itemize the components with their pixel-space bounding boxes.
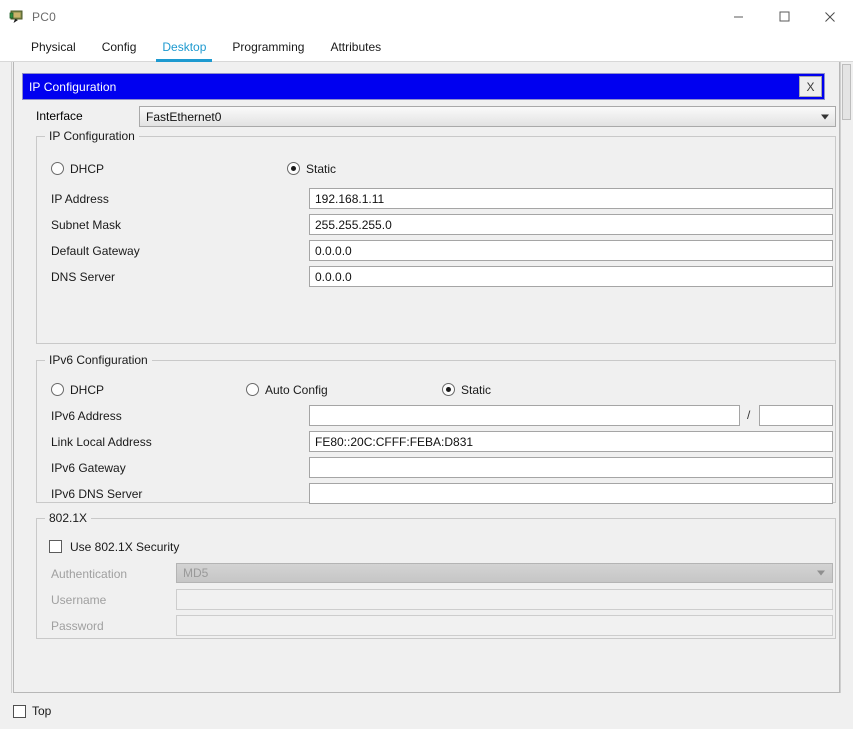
dns-server-input[interactable]: 0.0.0.0 [309, 266, 833, 287]
window-controls [715, 0, 853, 33]
username-input [176, 589, 833, 610]
tab-programming-label: Programming [232, 40, 305, 54]
close-icon[interactable] [807, 0, 853, 33]
tab-desktop-label: Desktop [162, 40, 207, 54]
ipv6-static-radio[interactable] [442, 383, 455, 396]
chevron-down-icon [817, 570, 825, 576]
interface-label: Interface [36, 109, 83, 123]
ip-address-value: 192.168.1.11 [315, 191, 385, 206]
password-label: Password [51, 619, 104, 633]
chevron-down-icon [821, 114, 829, 119]
use-dot1x-security-label: Use 802.1X Security [70, 540, 180, 554]
ipv6-prefix-separator: / [747, 408, 751, 422]
tab-physical[interactable]: Physical [18, 33, 89, 61]
interface-select[interactable]: FastEthernet0 [139, 106, 836, 127]
ipv4-configuration-group: IP Configuration DHCP Static IP Address … [36, 129, 836, 344]
default-gateway-value: 0.0.0.0 [315, 243, 352, 258]
authentication-row: Authentication MD5 [37, 563, 835, 587]
pc-device-icon [9, 9, 25, 25]
ipv6-gateway-label: IPv6 Gateway [51, 461, 126, 475]
tab-config-label: Config [101, 40, 137, 54]
ip-address-row: IP Address 192.168.1.11 [37, 188, 835, 212]
authentication-select: MD5 [176, 563, 833, 583]
subnet-mask-label: Subnet Mask [51, 218, 122, 232]
ipv6-autoconfig-radio[interactable] [246, 383, 259, 396]
password-input [176, 615, 833, 636]
ipv4-static-label: Static [306, 162, 337, 176]
default-gateway-row: Default Gateway 0.0.0.0 [37, 240, 835, 264]
authentication-selected-value: MD5 [183, 566, 209, 580]
dot1x-group-legend: 802.1X [45, 511, 92, 525]
tab-config[interactable]: Config [89, 33, 150, 61]
ipv6-static-label: Static [461, 383, 492, 397]
maximize-icon[interactable] [761, 0, 807, 33]
default-gateway-label: Default Gateway [51, 244, 140, 258]
default-gateway-input[interactable]: 0.0.0.0 [309, 240, 833, 261]
ipv6-dhcp-radio[interactable] [51, 383, 64, 396]
ipv6-gateway-input[interactable] [309, 457, 833, 478]
ipv6-address-input[interactable] [309, 405, 740, 426]
authentication-label: Authentication [51, 567, 128, 581]
ip-address-label: IP Address [51, 192, 109, 206]
subnet-mask-row: Subnet Mask 255.255.255.0 [37, 214, 835, 238]
ipv6-gateway-row: IPv6 Gateway [37, 457, 835, 481]
interface-selected-value: FastEthernet0 [146, 109, 222, 124]
top-checkbox-label: Top [32, 704, 52, 718]
dialog-footer: Top [0, 694, 853, 729]
tab-attributes-label: Attributes [330, 40, 382, 54]
interface-row: Interface FastEthernet0 [36, 106, 836, 128]
ipv6-dns-server-label: IPv6 DNS Server [51, 487, 143, 501]
vertical-scrollbar[interactable] [840, 62, 853, 693]
dialog-title: IP Configuration [29, 79, 117, 94]
ipv6-configuration-group: IPv6 Configuration DHCP Auto Config Stat… [36, 353, 836, 504]
device-tabbar: Physical Config Desktop Programming Attr… [0, 33, 853, 62]
ipv4-static-radio[interactable] [287, 162, 300, 175]
tab-attributes[interactable]: Attributes [317, 33, 394, 61]
username-label: Username [51, 593, 107, 607]
left-gutter [0, 62, 12, 693]
pc0-device-window: PC0 Physical Config Desktop Programming … [0, 0, 853, 729]
minimize-icon[interactable] [715, 0, 761, 33]
desktop-panel: IP Configuration X Interface FastEtherne… [0, 62, 853, 729]
dns-server-row: DNS Server 0.0.0.0 [37, 266, 835, 290]
window-titlebar: PC0 [0, 0, 853, 33]
ipv6-dhcp-label: DHCP [70, 383, 105, 397]
subnet-mask-value: 255.255.255.0 [315, 217, 392, 232]
window-title: PC0 [32, 9, 56, 24]
ipv4-dhcp-radio[interactable] [51, 162, 64, 175]
tab-desktop[interactable]: Desktop [149, 33, 219, 62]
link-local-address-value: FE80::20C:CFFF:FEBA:D831 [315, 434, 474, 449]
dns-server-label: DNS Server [51, 270, 116, 284]
username-row: Username [37, 589, 835, 613]
ipv6-dns-server-input[interactable] [309, 483, 833, 504]
ipv6-autoconfig-label: Auto Config [265, 383, 328, 397]
ipv4-dhcp-label: DHCP [70, 162, 105, 176]
ip-configuration-dialog: IP Configuration X Interface FastEtherne… [13, 62, 840, 693]
dialog-titlebar: IP Configuration X [22, 73, 825, 100]
password-row: Password [37, 615, 835, 639]
use-dot1x-security-checkbox[interactable] [49, 540, 62, 553]
ipv6-group-legend: IPv6 Configuration [45, 353, 152, 367]
link-local-address-row: Link Local Address FE80::20C:CFFF:FEBA:D… [37, 431, 835, 455]
link-local-address-input[interactable]: FE80::20C:CFFF:FEBA:D831 [309, 431, 833, 452]
scrollbar-thumb[interactable] [842, 64, 851, 120]
tab-programming[interactable]: Programming [219, 33, 317, 61]
dot1x-group: 802.1X Use 802.1X Security Authenticatio… [36, 511, 836, 639]
ip-address-input[interactable]: 192.168.1.11 [309, 188, 833, 209]
ipv6-address-row: IPv6 Address / [37, 405, 835, 429]
subnet-mask-input[interactable]: 255.255.255.0 [309, 214, 833, 235]
tab-physical-label: Physical [31, 40, 76, 54]
ipv4-group-legend: IP Configuration [45, 129, 139, 143]
ipv6-address-label: IPv6 Address [51, 409, 122, 423]
ipv6-prefix-length-input[interactable] [759, 405, 833, 426]
dns-server-value: 0.0.0.0 [315, 269, 352, 284]
dialog-close-button[interactable]: X [799, 76, 822, 97]
link-local-address-label: Link Local Address [51, 435, 152, 449]
ipv6-dns-server-row: IPv6 DNS Server [37, 483, 835, 507]
top-checkbox[interactable] [13, 705, 26, 718]
